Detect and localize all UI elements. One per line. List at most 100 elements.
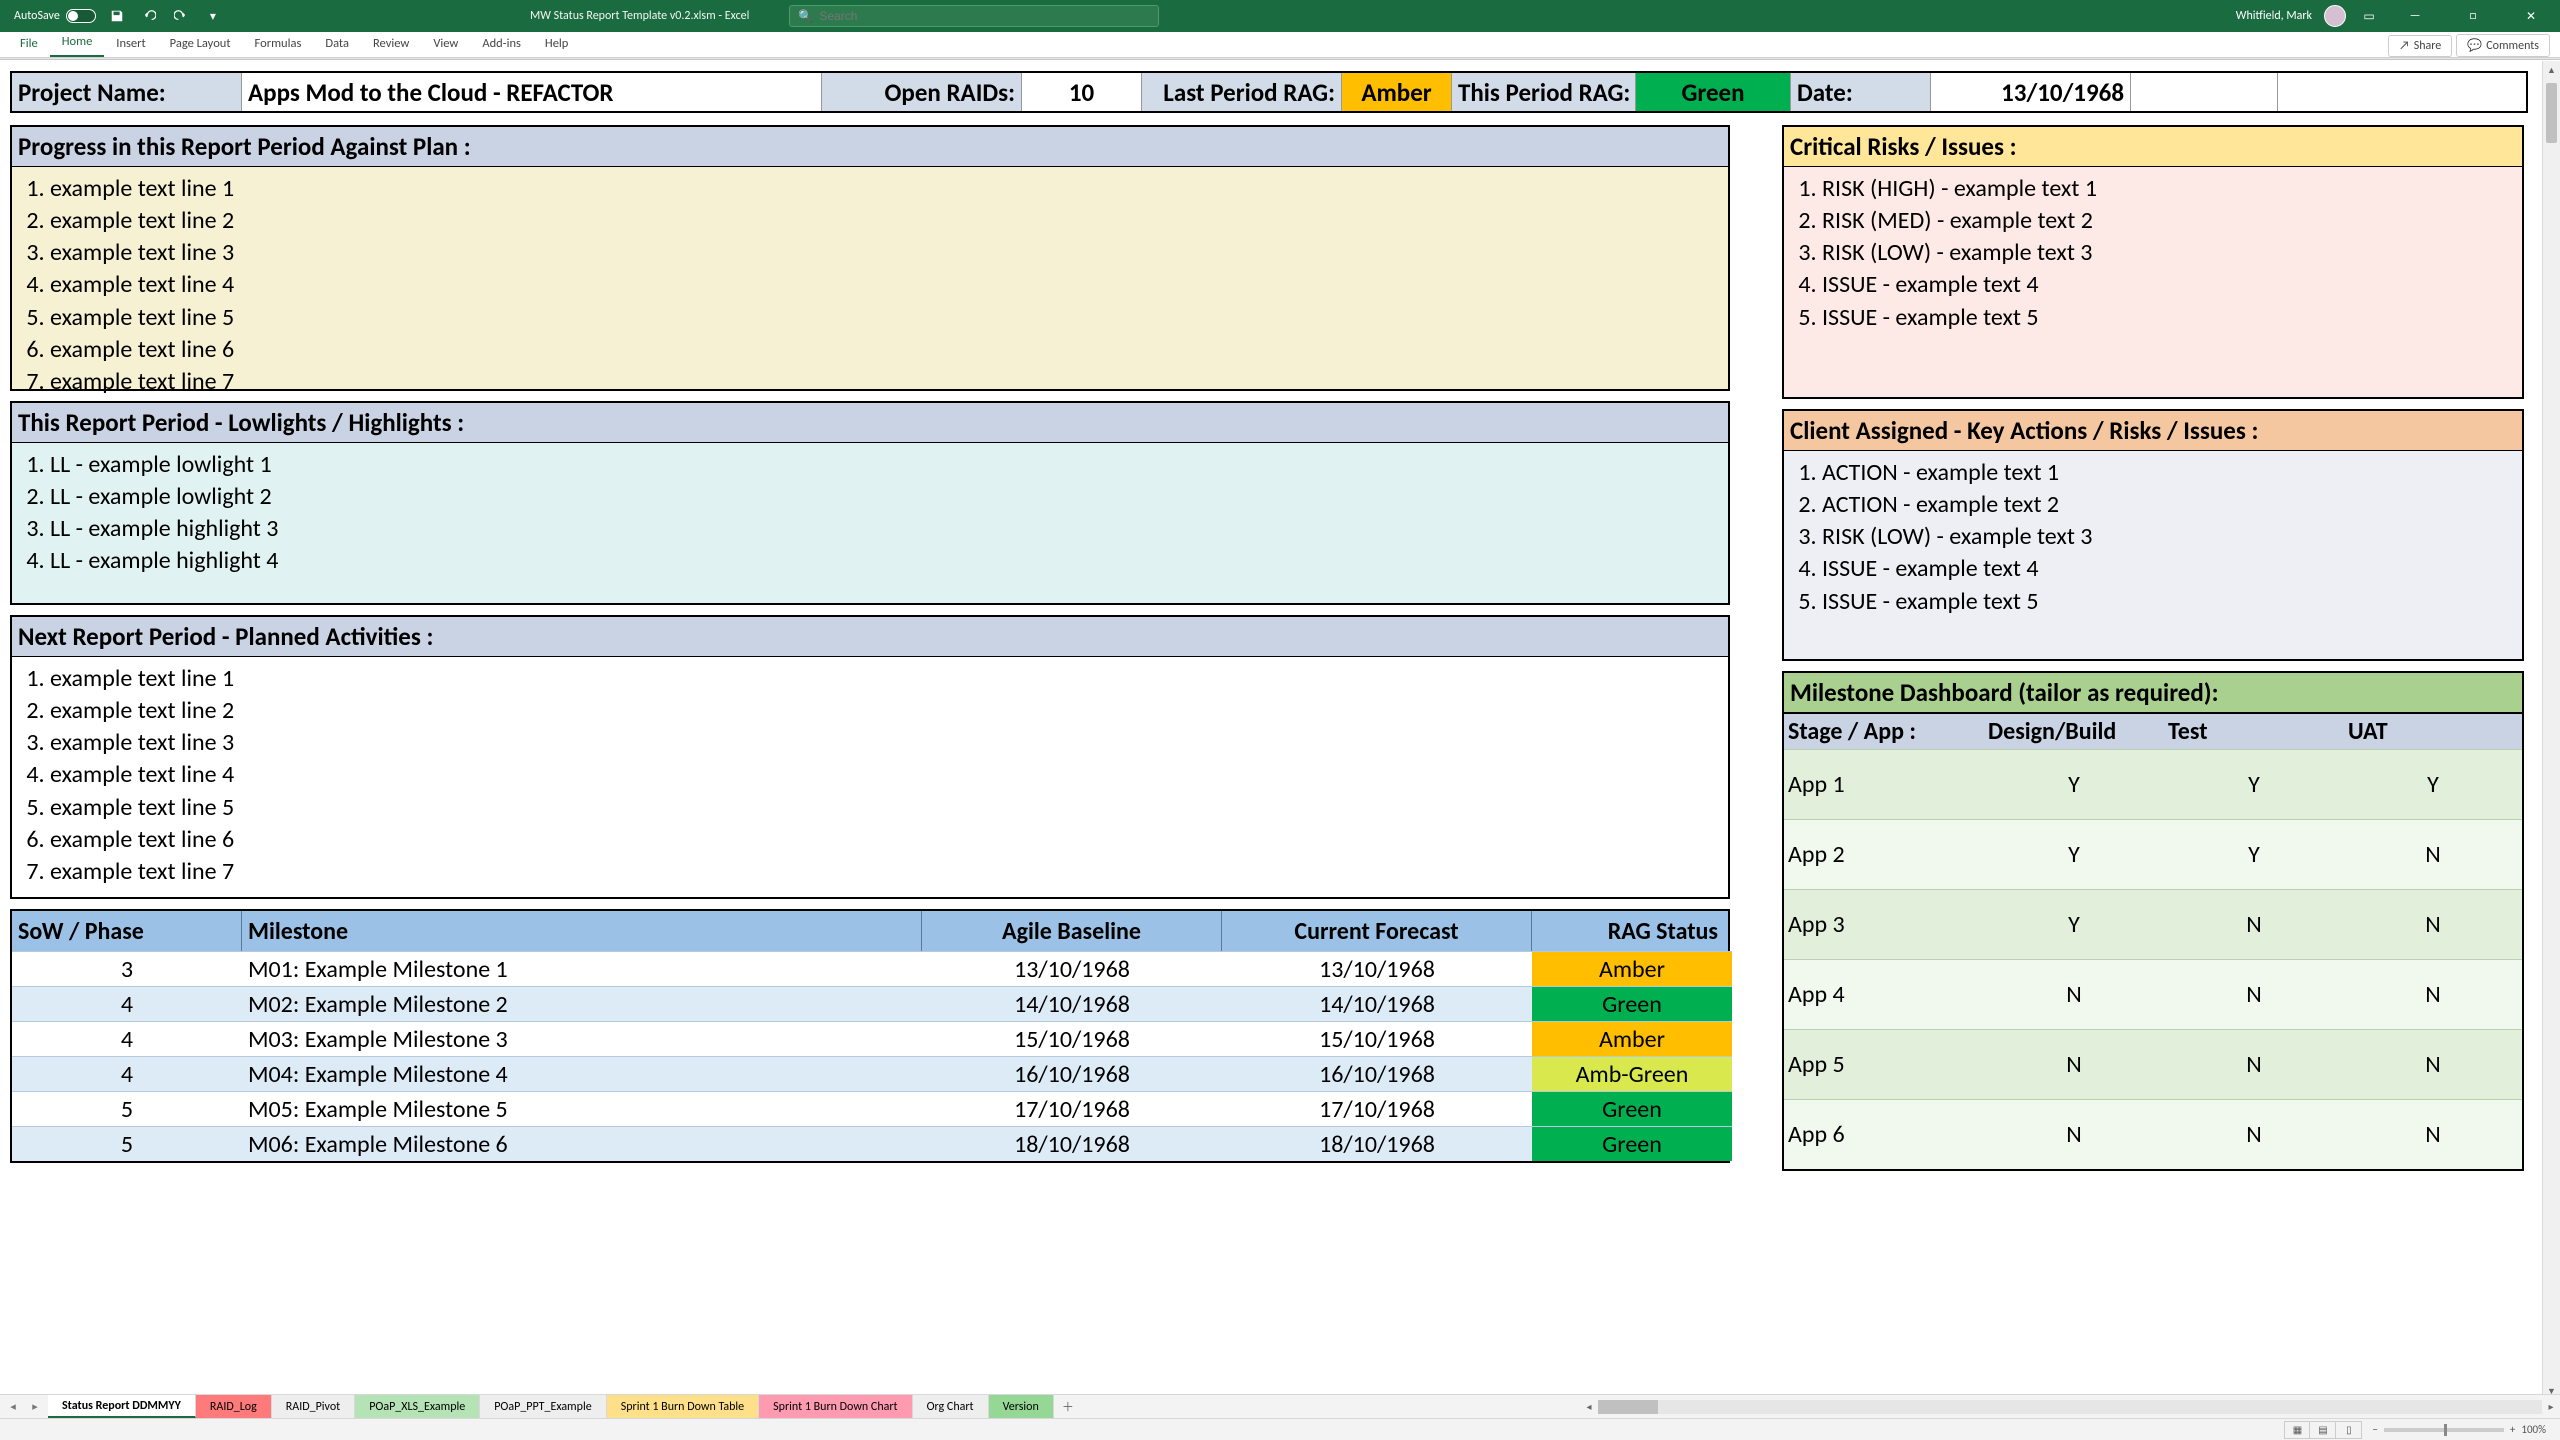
- dash-cell-app[interactable]: App 1: [1784, 750, 1984, 819]
- view-normal-icon[interactable]: ▦: [2284, 1421, 2310, 1439]
- cell-milestone[interactable]: M04: Example Milestone 4: [242, 1056, 922, 1091]
- project-name-value[interactable]: Apps Mod to the Cloud - REFACTOR: [242, 73, 822, 111]
- view-page-layout-icon[interactable]: ▤: [2310, 1421, 2336, 1439]
- cell-forecast[interactable]: 18/10/1968: [1222, 1126, 1532, 1161]
- autosave-pill[interactable]: [66, 9, 96, 23]
- list-item[interactable]: RISK (LOW) - example text 3: [1822, 521, 2514, 553]
- panel-client-body[interactable]: ACTION - example text 1ACTION - example …: [1784, 451, 2522, 659]
- cell-phase[interactable]: 4: [12, 986, 242, 1021]
- dash-row[interactable]: App 4NNN: [1784, 959, 2522, 1029]
- cell-baseline[interactable]: 15/10/1968: [922, 1021, 1222, 1056]
- cell-milestone[interactable]: M03: Example Milestone 3: [242, 1021, 922, 1056]
- cell-rag[interactable]: Green: [1532, 986, 1732, 1021]
- cell-baseline[interactable]: 14/10/1968: [922, 986, 1222, 1021]
- zoom-slider[interactable]: [2384, 1428, 2504, 1432]
- dash-row[interactable]: App 3YNN: [1784, 889, 2522, 959]
- last-rag-value[interactable]: Amber: [1342, 73, 1452, 111]
- list-item[interactable]: ISSUE - example text 5: [1822, 586, 2514, 618]
- list-item[interactable]: example text line 3: [50, 727, 1720, 759]
- cell-forecast[interactable]: 14/10/1968: [1222, 986, 1532, 1021]
- cell-forecast[interactable]: 13/10/1968: [1222, 951, 1532, 986]
- list-item[interactable]: LL - example lowlight 1: [50, 449, 1720, 481]
- minimize-button[interactable]: —: [2392, 0, 2438, 32]
- dash-cell-design[interactable]: N: [1984, 1030, 2164, 1099]
- scroll-thumb[interactable]: [2546, 83, 2557, 143]
- dash-cell-uat[interactable]: N: [2344, 890, 2522, 959]
- dash-cell-test[interactable]: Y: [2164, 750, 2344, 819]
- cell-rag[interactable]: Green: [1532, 1126, 1732, 1161]
- list-item[interactable]: example text line 4: [50, 269, 1720, 301]
- cell-phase[interactable]: 5: [12, 1126, 242, 1161]
- tab-nav-first[interactable]: ◂: [2, 1396, 24, 1418]
- this-rag-value[interactable]: Green: [1636, 73, 1791, 111]
- cell-phase[interactable]: 4: [12, 1056, 242, 1091]
- cell-forecast[interactable]: 17/10/1968: [1222, 1091, 1532, 1126]
- dash-cell-app[interactable]: App 5: [1784, 1030, 1984, 1099]
- redo-icon[interactable]: [170, 5, 192, 27]
- list-item[interactable]: example text line 2: [50, 695, 1720, 727]
- list-item[interactable]: example text line 1: [50, 173, 1720, 205]
- dash-cell-uat[interactable]: N: [2344, 820, 2522, 889]
- dash-cell-design[interactable]: Y: [1984, 820, 2164, 889]
- sheet-tab-org-chart[interactable]: Org Chart: [913, 1395, 989, 1418]
- dash-cell-design[interactable]: N: [1984, 1100, 2164, 1169]
- ribbon-tab-file[interactable]: File: [8, 31, 50, 57]
- list-item[interactable]: RISK (HIGH) - example text 1: [1822, 173, 2514, 205]
- sheet-tab-raid-log[interactable]: RAID_Log: [196, 1395, 272, 1418]
- ribbon-tab-home[interactable]: Home: [50, 29, 105, 57]
- panel-progress-body[interactable]: example text line 1example text line 2ex…: [12, 167, 1728, 389]
- dash-cell-test[interactable]: N: [2164, 1030, 2344, 1099]
- list-item[interactable]: example text line 5: [50, 792, 1720, 824]
- dash-cell-test[interactable]: N: [2164, 890, 2344, 959]
- sheet-canvas[interactable]: Project Name: Apps Mod to the Cloud - RE…: [0, 61, 2542, 1400]
- dash-cell-design[interactable]: N: [1984, 960, 2164, 1029]
- autosave-toggle[interactable]: AutoSave: [14, 9, 96, 23]
- cell-rag[interactable]: Amber: [1532, 1021, 1732, 1056]
- comments-button[interactable]: 💬Comments: [2456, 34, 2550, 57]
- search-input[interactable]: [819, 9, 1150, 23]
- dash-cell-uat[interactable]: Y: [2344, 750, 2522, 819]
- ribbon-tab-formulas[interactable]: Formulas: [243, 31, 314, 57]
- sheet-tab-status-report-ddmmyy[interactable]: Status Report DDMMYY: [48, 1395, 196, 1418]
- cell-phase[interactable]: 3: [12, 951, 242, 986]
- table-row[interactable]: 3M01: Example Milestone 113/10/196813/10…: [12, 951, 1728, 986]
- dash-cell-app[interactable]: App 6: [1784, 1100, 1984, 1169]
- sheet-tab-sprint-1-burn-down-chart[interactable]: Sprint 1 Burn Down Chart: [759, 1395, 912, 1418]
- ribbon-tab-help[interactable]: Help: [533, 31, 580, 57]
- dash-cell-design[interactable]: Y: [1984, 890, 2164, 959]
- dash-cell-uat[interactable]: N: [2344, 960, 2522, 1029]
- list-item[interactable]: example text line 3: [50, 237, 1720, 269]
- cell-baseline[interactable]: 18/10/1968: [922, 1126, 1222, 1161]
- cell-phase[interactable]: 5: [12, 1091, 242, 1126]
- panel-planned-body[interactable]: example text line 1example text line 2ex…: [12, 657, 1728, 897]
- dash-cell-app[interactable]: App 4: [1784, 960, 1984, 1029]
- view-page-break-icon[interactable]: ▯: [2336, 1421, 2362, 1439]
- cell-rag[interactable]: Green: [1532, 1091, 1732, 1126]
- qat-dropdown-icon[interactable]: ▾: [202, 5, 224, 27]
- ribbon-tab-page-layout[interactable]: Page Layout: [158, 31, 243, 57]
- hscroll-right-icon[interactable]: ▸: [2542, 1398, 2560, 1416]
- cell-forecast[interactable]: 16/10/1968: [1222, 1056, 1532, 1091]
- dash-cell-app[interactable]: App 3: [1784, 890, 1984, 959]
- cell-milestone[interactable]: M02: Example Milestone 2: [242, 986, 922, 1021]
- sheet-tab-poap-xls-example[interactable]: POaP_XLS_Example: [355, 1395, 480, 1418]
- cell-baseline[interactable]: 16/10/1968: [922, 1056, 1222, 1091]
- ribbon-tab-view[interactable]: View: [421, 31, 470, 57]
- panel-risks-body[interactable]: RISK (HIGH) - example text 1RISK (MED) -…: [1784, 167, 2522, 397]
- zoom-in-icon[interactable]: +: [2510, 1423, 2515, 1436]
- ribbon-tab-data[interactable]: Data: [313, 31, 361, 57]
- sheet-tab-poap-ppt-example[interactable]: POaP_PPT_Example: [480, 1395, 606, 1418]
- dash-row[interactable]: App 2YYN: [1784, 819, 2522, 889]
- list-item[interactable]: ISSUE - example text 5: [1822, 302, 2514, 334]
- list-item[interactable]: LL - example highlight 3: [50, 513, 1720, 545]
- vertical-scrollbar[interactable]: ▲ ▼: [2542, 61, 2560, 1400]
- table-row[interactable]: 5M06: Example Milestone 618/10/196818/10…: [12, 1126, 1728, 1161]
- list-item[interactable]: example text line 1: [50, 663, 1720, 695]
- close-button[interactable]: ✕: [2508, 0, 2554, 32]
- list-item[interactable]: example text line 7: [50, 856, 1720, 888]
- share-button[interactable]: ↗Share: [2388, 35, 2452, 57]
- table-row[interactable]: 4M03: Example Milestone 315/10/196815/10…: [12, 1021, 1728, 1056]
- user-avatar[interactable]: [2324, 5, 2346, 27]
- list-item[interactable]: ISSUE - example text 4: [1822, 269, 2514, 301]
- list-item[interactable]: example text line 4: [50, 759, 1720, 791]
